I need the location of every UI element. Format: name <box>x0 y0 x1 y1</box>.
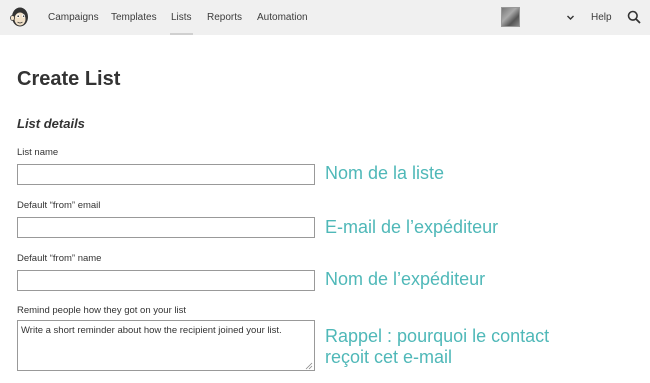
chevron-down-icon[interactable] <box>566 13 575 22</box>
annotation-list-name: Nom de la liste <box>325 163 445 183</box>
search-icon[interactable] <box>627 10 641 24</box>
nav-reports[interactable]: Reports <box>207 12 242 23</box>
list-name-input[interactable] <box>17 164 315 185</box>
page-title: Create List <box>17 68 121 90</box>
help-link[interactable]: Help <box>591 12 612 23</box>
from-name-input[interactable] <box>17 270 315 291</box>
avatar[interactable] <box>501 7 520 27</box>
nav-lists[interactable]: Lists <box>170 12 193 35</box>
chimp-logo-icon[interactable] <box>10 6 30 28</box>
annotation-reminder-line2: reçoit cet e-mail <box>325 347 453 367</box>
section-title: List details <box>17 116 85 131</box>
from-email-input[interactable] <box>17 217 315 238</box>
list-name-label: List name <box>17 147 59 158</box>
nav-templates[interactable]: Templates <box>111 12 157 23</box>
resize-grip-icon[interactable] <box>305 362 313 370</box>
from-name-label: Default “from” name <box>17 253 102 264</box>
annotation-from-email: E-mail de l’expéditeur <box>325 217 499 237</box>
reminder-label: Remind people how they got on your list <box>17 305 186 316</box>
annotation-reminder-line1: Rappel : pourquoi le contact <box>325 326 550 346</box>
nav-campaigns[interactable]: Campaigns <box>48 12 99 23</box>
annotation-from-name: Nom de l’expéditeur <box>325 269 486 289</box>
from-email-label: Default “from” email <box>17 200 101 211</box>
reminder-textarea[interactable] <box>17 320 315 371</box>
nav-automation[interactable]: Automation <box>257 12 308 23</box>
top-nav-bar: Campaigns Templates Lists Reports Automa… <box>0 0 650 35</box>
